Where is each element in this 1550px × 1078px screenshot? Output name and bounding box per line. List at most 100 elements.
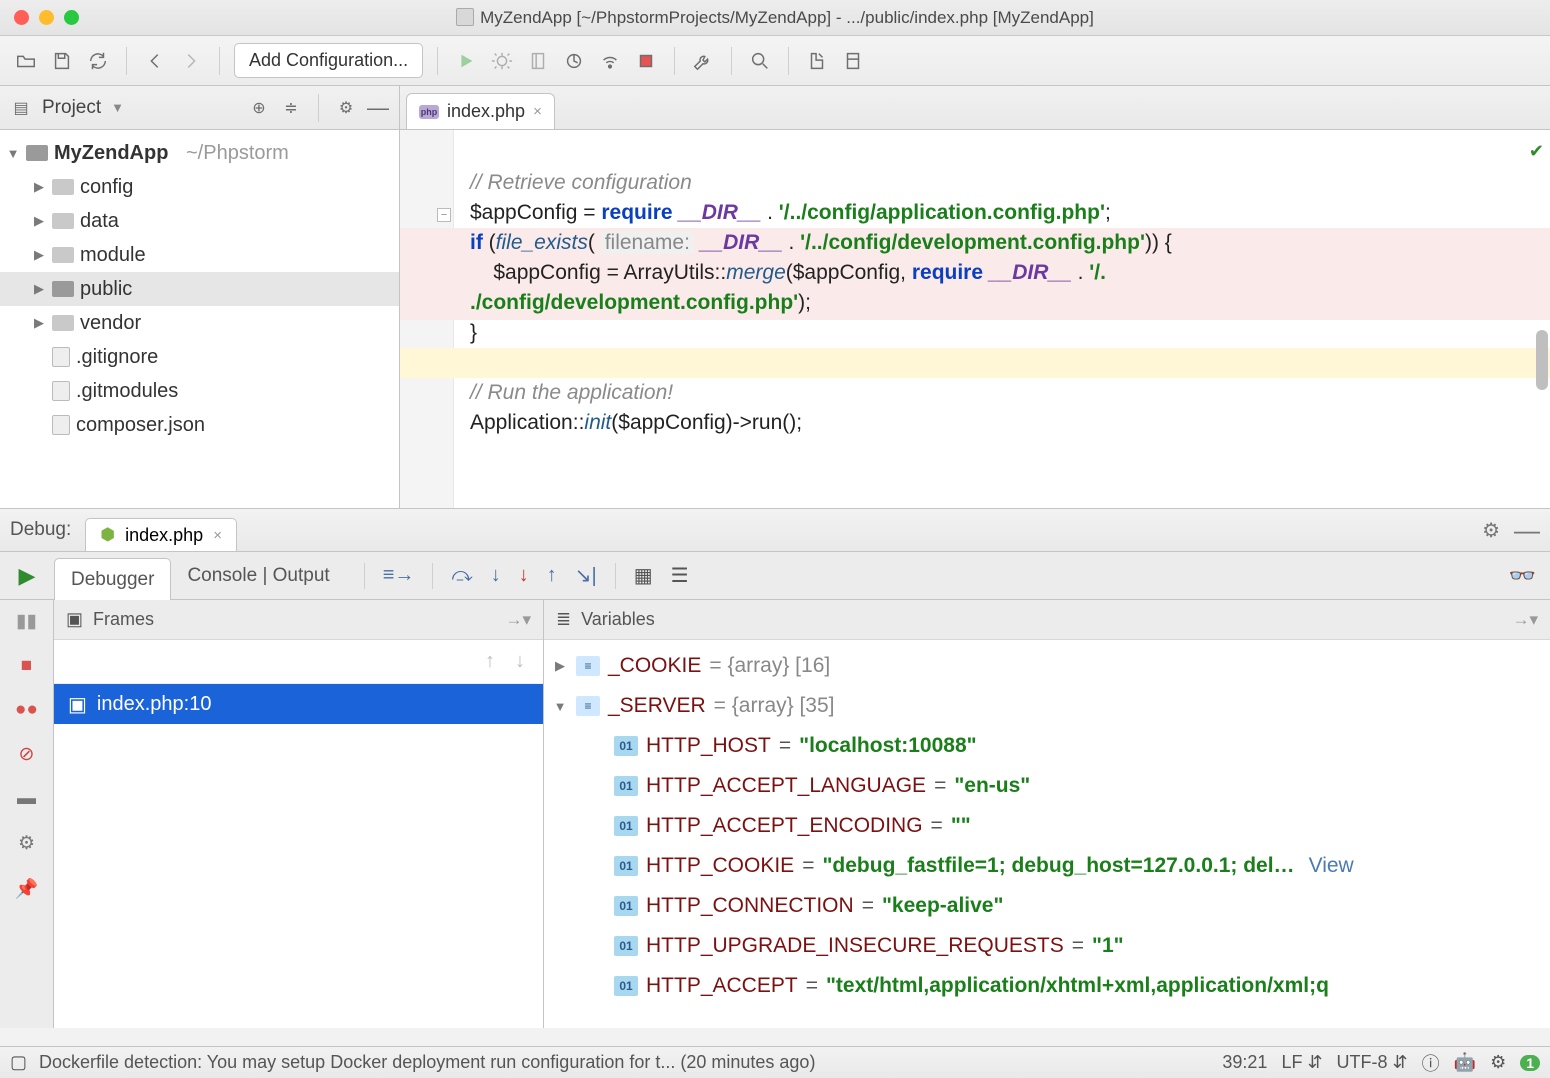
frame-row[interactable]: ▣ index.php:10 (54, 684, 543, 724)
vcs-commit-icon[interactable] (839, 47, 867, 75)
editor-tab-label: index.php (447, 101, 525, 122)
stop-icon[interactable] (632, 47, 660, 75)
close-tab-icon[interactable]: × (213, 527, 222, 544)
string-badge-icon: 01 (614, 816, 638, 836)
tab-console[interactable]: Console | Output (171, 552, 345, 599)
back-icon[interactable] (141, 47, 169, 75)
var-item[interactable]: 01HTTP_UPGRADE_INSECURE_REQUESTS = "1" (544, 926, 1550, 966)
view-link[interactable]: View (1309, 854, 1354, 878)
run-icon[interactable] (452, 47, 480, 75)
caret-position[interactable]: 39:21 (1222, 1052, 1267, 1073)
project-label[interactable]: Project (42, 97, 101, 119)
stop-icon[interactable]: ■ (21, 655, 32, 677)
status-message[interactable]: Dockerfile detection: You may setup Dock… (39, 1052, 815, 1073)
vcs-update-icon[interactable] (803, 47, 831, 75)
tree-root[interactable]: ▼ MyZendApp ~/Phpstorm (0, 136, 399, 170)
search-icon[interactable] (746, 47, 774, 75)
inspect-icon[interactable]: ⓘ (1422, 1050, 1440, 1076)
tab-debugger[interactable]: Debugger (54, 558, 171, 600)
var-item[interactable]: 01HTTP_ACCEPT_ENCODING = "" (544, 806, 1550, 846)
tool-windows-icon[interactable]: ▢ (10, 1052, 27, 1073)
settings-icon[interactable]: ⚙ (335, 97, 357, 119)
notifications-badge[interactable]: 1 (1520, 1055, 1540, 1071)
dropdown-icon[interactable]: →▾ (505, 610, 531, 630)
main-split: ▼ MyZendApp ~/Phpstorm ▶config ▶data ▶mo… (0, 130, 1550, 508)
show-exec-point-icon[interactable]: ≡→ (383, 564, 415, 587)
app-icon (456, 8, 474, 26)
tree-item-module[interactable]: ▶module (0, 238, 399, 272)
settings-icon[interactable]: ⚙ (18, 832, 35, 855)
code-editor[interactable]: − − ✔ // Retrieve configuration $appConf… (400, 130, 1550, 508)
profile-icon[interactable] (560, 47, 588, 75)
var-server[interactable]: ▼≡_SERVER = {array} [35] (544, 686, 1550, 726)
scroll-from-source-icon[interactable]: ⊕ (248, 97, 270, 119)
var-item[interactable]: 01HTTP_HOST = "localhost:10088" (544, 726, 1550, 766)
hector-icon[interactable]: ⚙ (1490, 1052, 1506, 1073)
mute-breakpoints-icon[interactable]: ⊘ (19, 743, 35, 766)
tree-item-composer-json[interactable]: composer.json (0, 408, 399, 442)
debug-icon[interactable] (488, 47, 516, 75)
tree-item-data[interactable]: ▶data (0, 204, 399, 238)
editor-tab-index-php[interactable]: php index.php × (406, 93, 555, 129)
wrench-icon[interactable] (689, 47, 717, 75)
watches-icon[interactable]: ☰ (671, 563, 689, 588)
coverage-icon[interactable] (524, 47, 552, 75)
variables-list[interactable]: ▶≡_COOKIE = {array} [16] ▼≡_SERVER = {ar… (544, 640, 1550, 1028)
glasses-icon[interactable]: 👓 (1509, 563, 1536, 589)
hide-icon[interactable]: — (1514, 515, 1540, 546)
frame-prev-icon[interactable]: ↑ (485, 650, 495, 673)
view-breakpoints-icon[interactable]: ●● (15, 699, 38, 721)
encoding[interactable]: UTF-8 ⇵ (1337, 1052, 1408, 1073)
project-view-icon[interactable]: ▤ (10, 97, 32, 119)
force-step-into-icon[interactable]: ↓ (519, 564, 529, 587)
frame-next-icon[interactable]: ↓ (515, 650, 525, 673)
var-item[interactable]: 01HTTP_ACCEPT_LANGUAGE = "en-us" (544, 766, 1550, 806)
tree-item-gitmodules[interactable]: .gitmodules (0, 374, 399, 408)
evaluate-icon[interactable]: ▦ (634, 563, 653, 588)
hide-icon[interactable]: — (367, 97, 389, 119)
code-content: // Retrieve configuration $appConfig = r… (470, 138, 1540, 468)
forward-icon[interactable] (177, 47, 205, 75)
run-to-cursor-icon[interactable]: ↘| (575, 563, 597, 588)
tree-item-public[interactable]: ▶public (0, 272, 399, 306)
var-item[interactable]: 01HTTP_CONNECTION = "keep-alive" (544, 886, 1550, 926)
window-minimize-button[interactable] (39, 10, 54, 25)
collapse-all-icon[interactable]: ≑ (280, 97, 302, 119)
tree-item-config[interactable]: ▶config (0, 170, 399, 204)
frame-icon: ▣ (68, 692, 87, 717)
line-ending[interactable]: LF ⇵ (1281, 1052, 1322, 1073)
pause-icon[interactable]: ▮▮ (16, 610, 37, 633)
open-icon[interactable] (12, 47, 40, 75)
window-close-button[interactable] (14, 10, 29, 25)
tree-item-gitignore[interactable]: .gitignore (0, 340, 399, 374)
settings-icon[interactable]: ⚙ (1482, 518, 1500, 543)
folder-icon (52, 213, 74, 229)
fold-icon[interactable]: − (437, 208, 451, 222)
tree-item-vendor[interactable]: ▶vendor (0, 306, 399, 340)
frames-title: Frames (93, 609, 154, 630)
step-over-icon[interactable]: ⤼ (451, 564, 472, 587)
project-tree[interactable]: ▼ MyZendApp ~/Phpstorm ▶config ▶data ▶mo… (0, 130, 400, 508)
memory-icon[interactable]: 🤖 (1454, 1052, 1476, 1073)
var-item[interactable]: 01HTTP_COOKIE = "debug_fastfile=1; debug… (544, 846, 1550, 886)
debug-session-tab[interactable]: ⬢ index.php × (85, 518, 237, 552)
dropdown-icon[interactable]: →▾ (1512, 610, 1538, 630)
resume-icon[interactable]: ▶ (19, 563, 36, 589)
var-cookie[interactable]: ▶≡_COOKIE = {array} [16] (544, 646, 1550, 686)
save-icon[interactable] (48, 47, 76, 75)
step-into-icon[interactable]: ↓ (491, 564, 501, 587)
sync-icon[interactable] (84, 47, 112, 75)
run-config-button[interactable]: Add Configuration... (234, 43, 423, 78)
pin-icon[interactable]: 📌 (15, 877, 39, 901)
layout-icon[interactable]: ▬ (17, 788, 36, 810)
vars-icon: ≣ (556, 609, 571, 630)
debug-left-rail: ▮▮ ■ ●● ⊘ ▬ ⚙ 📌 (0, 600, 54, 1028)
array-badge-icon: ≡ (576, 656, 600, 676)
window-zoom-button[interactable] (64, 10, 79, 25)
close-tab-icon[interactable]: × (533, 103, 542, 120)
folder-icon (52, 315, 74, 331)
var-item[interactable]: 01HTTP_ACCEPT = "text/html,application/x… (544, 966, 1550, 1006)
string-badge-icon: 01 (614, 976, 638, 996)
step-out-icon[interactable]: ↑ (547, 564, 557, 587)
listen-debug-icon[interactable] (596, 47, 624, 75)
